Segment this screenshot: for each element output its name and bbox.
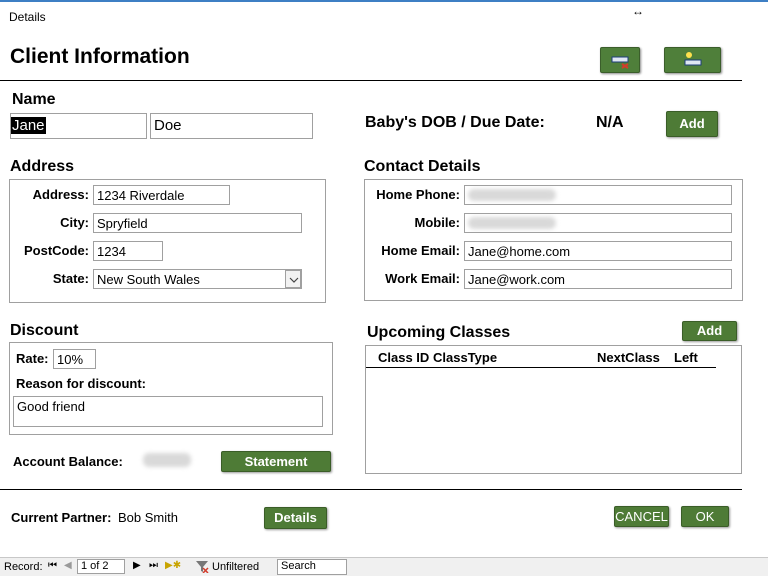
state-value: New South Wales [97,272,200,287]
record-label: Record: [4,561,43,573]
mobile-label: Mobile: [414,215,461,230]
last-name-field[interactable]: Doe [150,113,313,139]
new-blank-record-icon[interactable]: ▶✱ [165,560,181,571]
footer-divider [0,489,742,490]
column-left[interactable]: Left [674,350,698,365]
record-edit-button[interactable] [600,47,640,73]
rate-label: Rate: [16,351,49,366]
window-top-border [0,0,768,2]
statement-button[interactable]: Statement [221,451,331,472]
column-class-type[interactable]: ClassType [433,350,497,365]
home-phone-label: Home Phone: [376,187,460,202]
home-phone-field[interactable] [464,185,732,205]
record-navigation-bar: Record: ⏮ ◀ 1 of 2 ▶ ⏭ ▶✱ Unfiltered Sea… [0,557,768,576]
work-email-label: Work Email: [385,271,460,286]
discount-section-title: Discount [10,322,79,339]
record-position-field[interactable]: 1 of 2 [77,559,125,574]
ok-button[interactable]: OK [681,506,729,527]
contact-section-title: Contact Details [364,158,481,175]
discount-reason-label: Reason for discount: [16,376,147,391]
city-field[interactable]: Spryfield [93,213,302,233]
previous-record-icon[interactable]: ◀ [64,560,72,571]
name-section-title: Name [12,91,56,108]
column-next-class[interactable]: NextClass [597,350,660,365]
redacted-value [468,217,556,229]
baby-dob-value: N/A [596,114,624,131]
address-label: Address: [32,187,89,202]
resize-cursor-icon: ↔ [632,4,644,18]
current-partner-label: Current Partner: [11,510,112,525]
state-select[interactable]: New South Wales [93,269,302,289]
account-balance-label: Account Balance: [13,454,123,469]
window-title: Details [9,10,46,24]
add-class-button[interactable]: Add [682,321,737,341]
address-field[interactable]: 1234 Riverdale [93,185,230,205]
city-label: City: [60,215,89,230]
mobile-field[interactable] [464,213,732,233]
page-title: Client Information [10,45,190,68]
classes-section-title: Upcoming Classes [367,324,511,341]
classes-header-divider [366,367,716,368]
discount-reason-field[interactable]: Good friend [13,396,323,427]
rate-field[interactable]: 10% [53,349,96,369]
baby-dob-label: Baby's DOB / Due Date: [365,114,545,131]
postcode-field[interactable]: 1234 [93,241,163,261]
partner-details-button[interactable]: Details [264,507,327,529]
address-section-title: Address [10,158,75,175]
filter-status[interactable]: Unfiltered [212,561,259,573]
last-record-icon[interactable]: ⏭ [149,560,158,571]
column-class-id[interactable]: Class ID [378,350,429,365]
home-email-label: Home Email: [381,243,460,258]
home-email-field[interactable]: Jane@home.com [464,241,732,261]
state-dropdown-button[interactable] [285,270,301,288]
redacted-value [468,189,556,201]
cancel-button[interactable]: CANCEL [614,506,669,527]
state-label: State: [52,271,89,286]
postcode-label: PostCode: [24,243,89,258]
add-baby-dob-button[interactable]: Add [666,111,718,137]
account-balance-value [143,453,191,467]
new-record-icon [684,52,702,66]
current-partner-name: Bob Smith [118,510,178,525]
search-input[interactable]: Search [277,559,347,575]
first-name-field[interactable]: Jane [10,113,147,139]
record-edit-icon [611,56,629,69]
first-record-icon[interactable]: ⏮ [48,560,57,571]
header-divider [0,80,742,81]
work-email-field[interactable]: Jane@work.com [464,269,732,289]
new-record-button[interactable] [664,47,721,73]
filter-icon[interactable] [195,559,209,576]
next-record-icon[interactable]: ▶ [133,560,141,571]
first-name-value: Jane [11,117,46,134]
chevron-down-icon [289,277,299,283]
